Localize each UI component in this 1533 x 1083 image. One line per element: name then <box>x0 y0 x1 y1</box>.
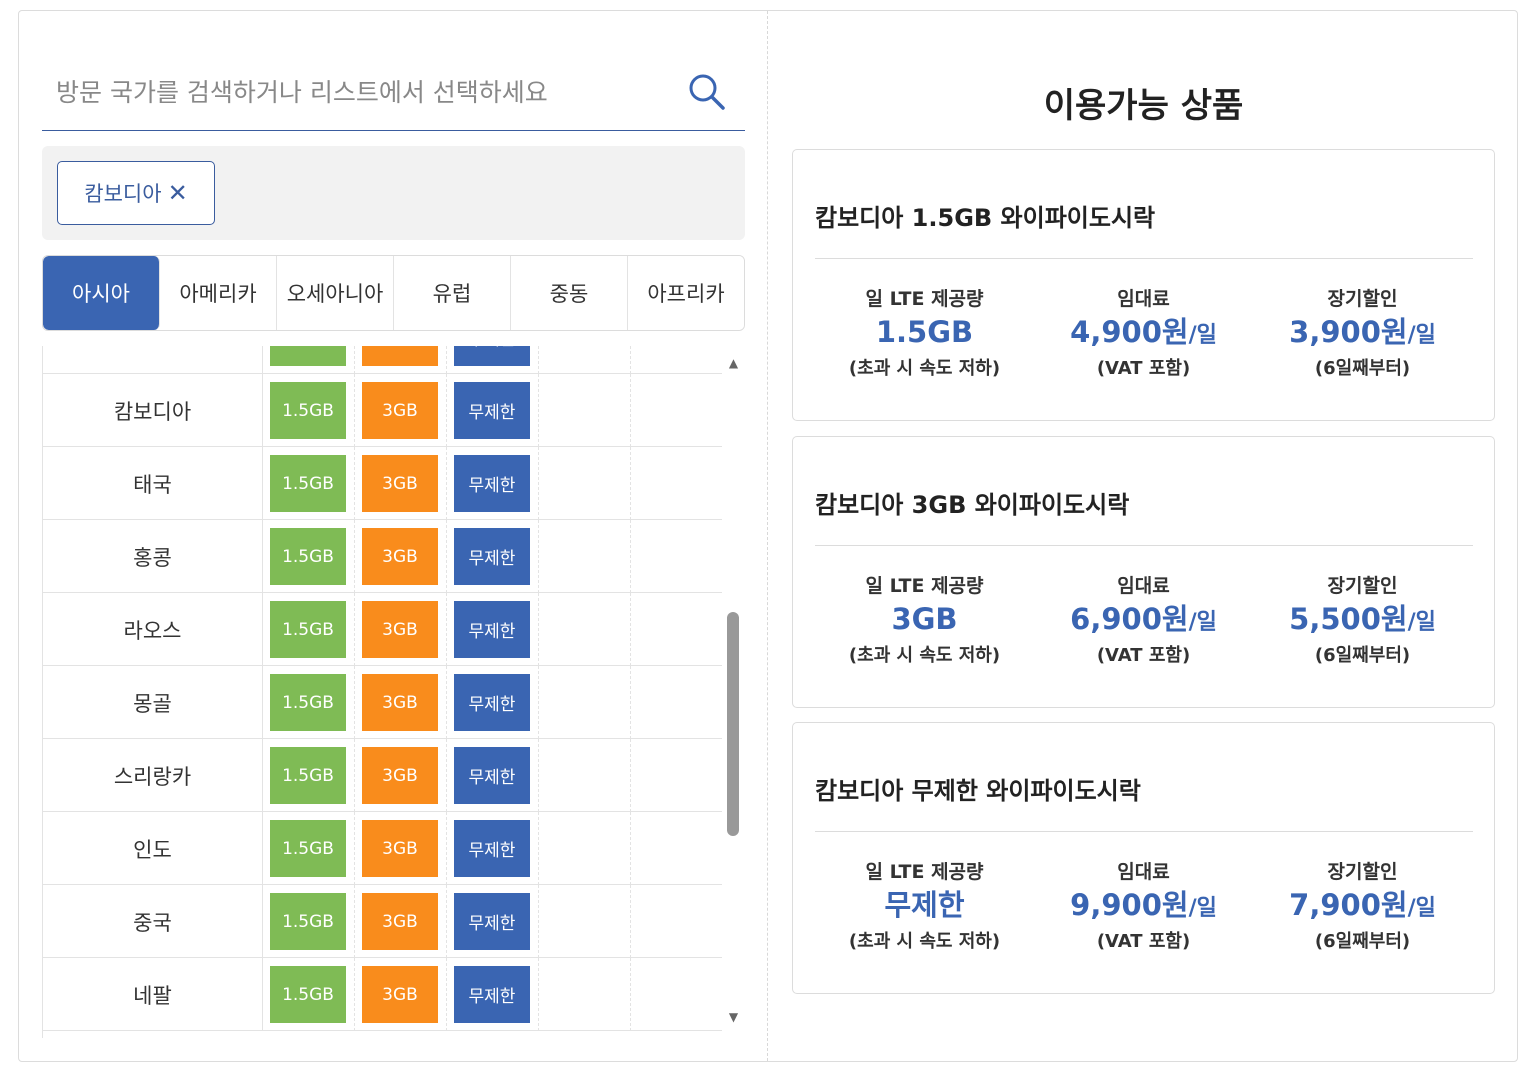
plan-1-5gb-button[interactable]: 1.5GB <box>270 455 346 512</box>
product-card[interactable]: 캄보디아 무제한 와이파이도시락 일 LTE 제공량 무제한 (초과 시 속도 … <box>792 722 1495 994</box>
plan-1-5gb-button[interactable]: 1.5GB <box>270 747 346 804</box>
plan-1-5gb-button[interactable]: 1.5GB <box>270 820 346 877</box>
plan-1-5gb-button[interactable]: 1.5GB <box>270 966 346 1023</box>
country-name: 중국 <box>43 885 263 958</box>
chip-label: 캄보디아 <box>84 182 162 206</box>
plan-3gb-button[interactable]: 3GB <box>362 382 438 439</box>
plan-unlimited-button[interactable]: 무제한 <box>454 601 530 658</box>
divider <box>815 831 1473 832</box>
product-title: 캄보디아 3GB 와이파이도시락 <box>815 491 1130 519</box>
rental-fee: 임대료 9,900원/일 (VAT 포함) <box>1070 861 1217 952</box>
plan-3gb-button[interactable]: 3GB <box>362 346 438 366</box>
plan-unlimited-button[interactable]: 무제한 <box>454 820 530 877</box>
divider <box>815 545 1473 546</box>
long-term-discount: 장기할인 5,500원/일 (6일째부터) <box>1289 575 1436 666</box>
region-tabs: 아시아 아메리카 오세아니아 유럽 중동 아프리카 <box>42 255 745 331</box>
data-allowance: 일 LTE 제공량 1.5GB (초과 시 속도 저하) <box>848 288 1001 379</box>
data-allowance: 일 LTE 제공량 3GB (초과 시 속도 저하) <box>848 575 1001 666</box>
country-name: 라오스 <box>43 593 263 666</box>
scroll-up-icon[interactable]: ▲ <box>726 356 741 371</box>
country-list[interactable]: 1.5GB 3GB 무제한 캄보디아 1.5GB 3GB 무제한 태국 1.5G… <box>42 346 722 1038</box>
rental-fee: 임대료 4,900원/일 (VAT 포함) <box>1070 288 1217 379</box>
data-allowance: 일 LTE 제공량 무제한 (초과 시 속도 저하) <box>848 861 1001 952</box>
divider <box>815 258 1473 259</box>
table-row[interactable]: 중국 1.5GB 3GB 무제한 <box>43 885 722 958</box>
plan-3gb-button[interactable]: 3GB <box>362 601 438 658</box>
tab-africa[interactable]: 아프리카 <box>628 256 744 330</box>
country-name: 인도 <box>43 812 263 885</box>
table-row[interactable]: 인도 1.5GB 3GB 무제한 <box>43 812 722 885</box>
selected-countries: 캄보디아 ✕ <box>42 146 745 240</box>
long-term-discount: 장기할인 7,900원/일 (6일째부터) <box>1289 861 1436 952</box>
panel-divider <box>767 11 768 1061</box>
tab-middle-east[interactable]: 중동 <box>511 256 628 330</box>
country-name: 홍콩 <box>43 520 263 593</box>
table-row[interactable]: 몽골 1.5GB 3GB 무제한 <box>43 666 722 739</box>
product-card[interactable]: 캄보디아 3GB 와이파이도시락 일 LTE 제공량 3GB (초과 시 속도 … <box>792 436 1495 708</box>
plan-1-5gb-button[interactable]: 1.5GB <box>270 601 346 658</box>
close-icon[interactable]: ✕ <box>168 181 188 205</box>
plan-1-5gb-button[interactable]: 1.5GB <box>270 382 346 439</box>
plan-1-5gb-button[interactable]: 1.5GB <box>270 893 346 950</box>
country-name: 네팔 <box>43 958 263 1031</box>
table-row[interactable]: 네팔 1.5GB 3GB 무제한 <box>43 958 722 1031</box>
plan-1-5gb-button[interactable]: 1.5GB <box>270 674 346 731</box>
plan-1-5gb-button[interactable]: 1.5GB <box>270 528 346 585</box>
table-row[interactable]: 스리랑카 1.5GB 3GB 무제한 <box>43 739 722 812</box>
plan-1-5gb-button[interactable]: 1.5GB <box>270 346 346 366</box>
tab-europe[interactable]: 유럽 <box>394 256 511 330</box>
table-row[interactable]: 홍콩 1.5GB 3GB 무제한 <box>43 520 722 593</box>
product-title: 캄보디아 무제한 와이파이도시락 <box>815 777 1141 805</box>
plan-unlimited-button[interactable]: 무제한 <box>454 346 530 366</box>
panel-title: 이용가능 상품 <box>1043 86 1244 126</box>
tab-oceania[interactable]: 오세아니아 <box>277 256 394 330</box>
search-icon[interactable] <box>687 72 727 112</box>
plan-3gb-button[interactable]: 3GB <box>362 528 438 585</box>
plan-unlimited-button[interactable]: 무제한 <box>454 528 530 585</box>
plan-unlimited-button[interactable]: 무제한 <box>454 747 530 804</box>
country-name: 스리랑카 <box>43 739 263 812</box>
plan-3gb-button[interactable]: 3GB <box>362 455 438 512</box>
table-row[interactable]: 라오스 1.5GB 3GB 무제한 <box>43 593 722 666</box>
table-row: 1.5GB 3GB 무제한 <box>43 346 722 374</box>
country-name: 몽골 <box>43 666 263 739</box>
selected-country-chip[interactable]: 캄보디아 ✕ <box>57 161 215 225</box>
plan-unlimited-button[interactable]: 무제한 <box>454 455 530 512</box>
plan-3gb-button[interactable]: 3GB <box>362 966 438 1023</box>
rental-fee: 임대료 6,900원/일 (VAT 포함) <box>1070 575 1217 666</box>
search-input[interactable] <box>56 70 666 114</box>
tab-asia[interactable]: 아시아 <box>43 256 160 330</box>
tab-americas[interactable]: 아메리카 <box>160 256 277 330</box>
country-search <box>42 60 745 131</box>
plan-unlimited-button[interactable]: 무제한 <box>454 674 530 731</box>
table-row[interactable]: 태국 1.5GB 3GB 무제한 <box>43 447 722 520</box>
country-name: 태국 <box>43 447 263 520</box>
plan-unlimited-button[interactable]: 무제한 <box>454 893 530 950</box>
long-term-discount: 장기할인 3,900원/일 (6일째부터) <box>1289 288 1436 379</box>
country-name <box>43 346 263 374</box>
product-title: 캄보디아 1.5GB 와이파이도시락 <box>815 204 1156 232</box>
plan-3gb-button[interactable]: 3GB <box>362 893 438 950</box>
country-list-container: 1.5GB 3GB 무제한 캄보디아 1.5GB 3GB 무제한 태국 1.5G… <box>42 346 745 1038</box>
plan-3gb-button[interactable]: 3GB <box>362 747 438 804</box>
product-card[interactable]: 캄보디아 1.5GB 와이파이도시락 일 LTE 제공량 1.5GB (초과 시… <box>792 149 1495 421</box>
table-row[interactable]: 캄보디아 1.5GB 3GB 무제한 <box>43 374 722 447</box>
plan-3gb-button[interactable]: 3GB <box>362 674 438 731</box>
country-name: 캄보디아 <box>43 374 263 447</box>
plan-unlimited-button[interactable]: 무제한 <box>454 966 530 1023</box>
plan-unlimited-button[interactable]: 무제한 <box>454 382 530 439</box>
scrollbar-thumb[interactable] <box>727 612 739 836</box>
plan-3gb-button[interactable]: 3GB <box>362 820 438 877</box>
scroll-down-icon[interactable]: ▼ <box>726 1010 741 1025</box>
list-scrollbar[interactable]: ▲ ▼ <box>722 346 745 1038</box>
